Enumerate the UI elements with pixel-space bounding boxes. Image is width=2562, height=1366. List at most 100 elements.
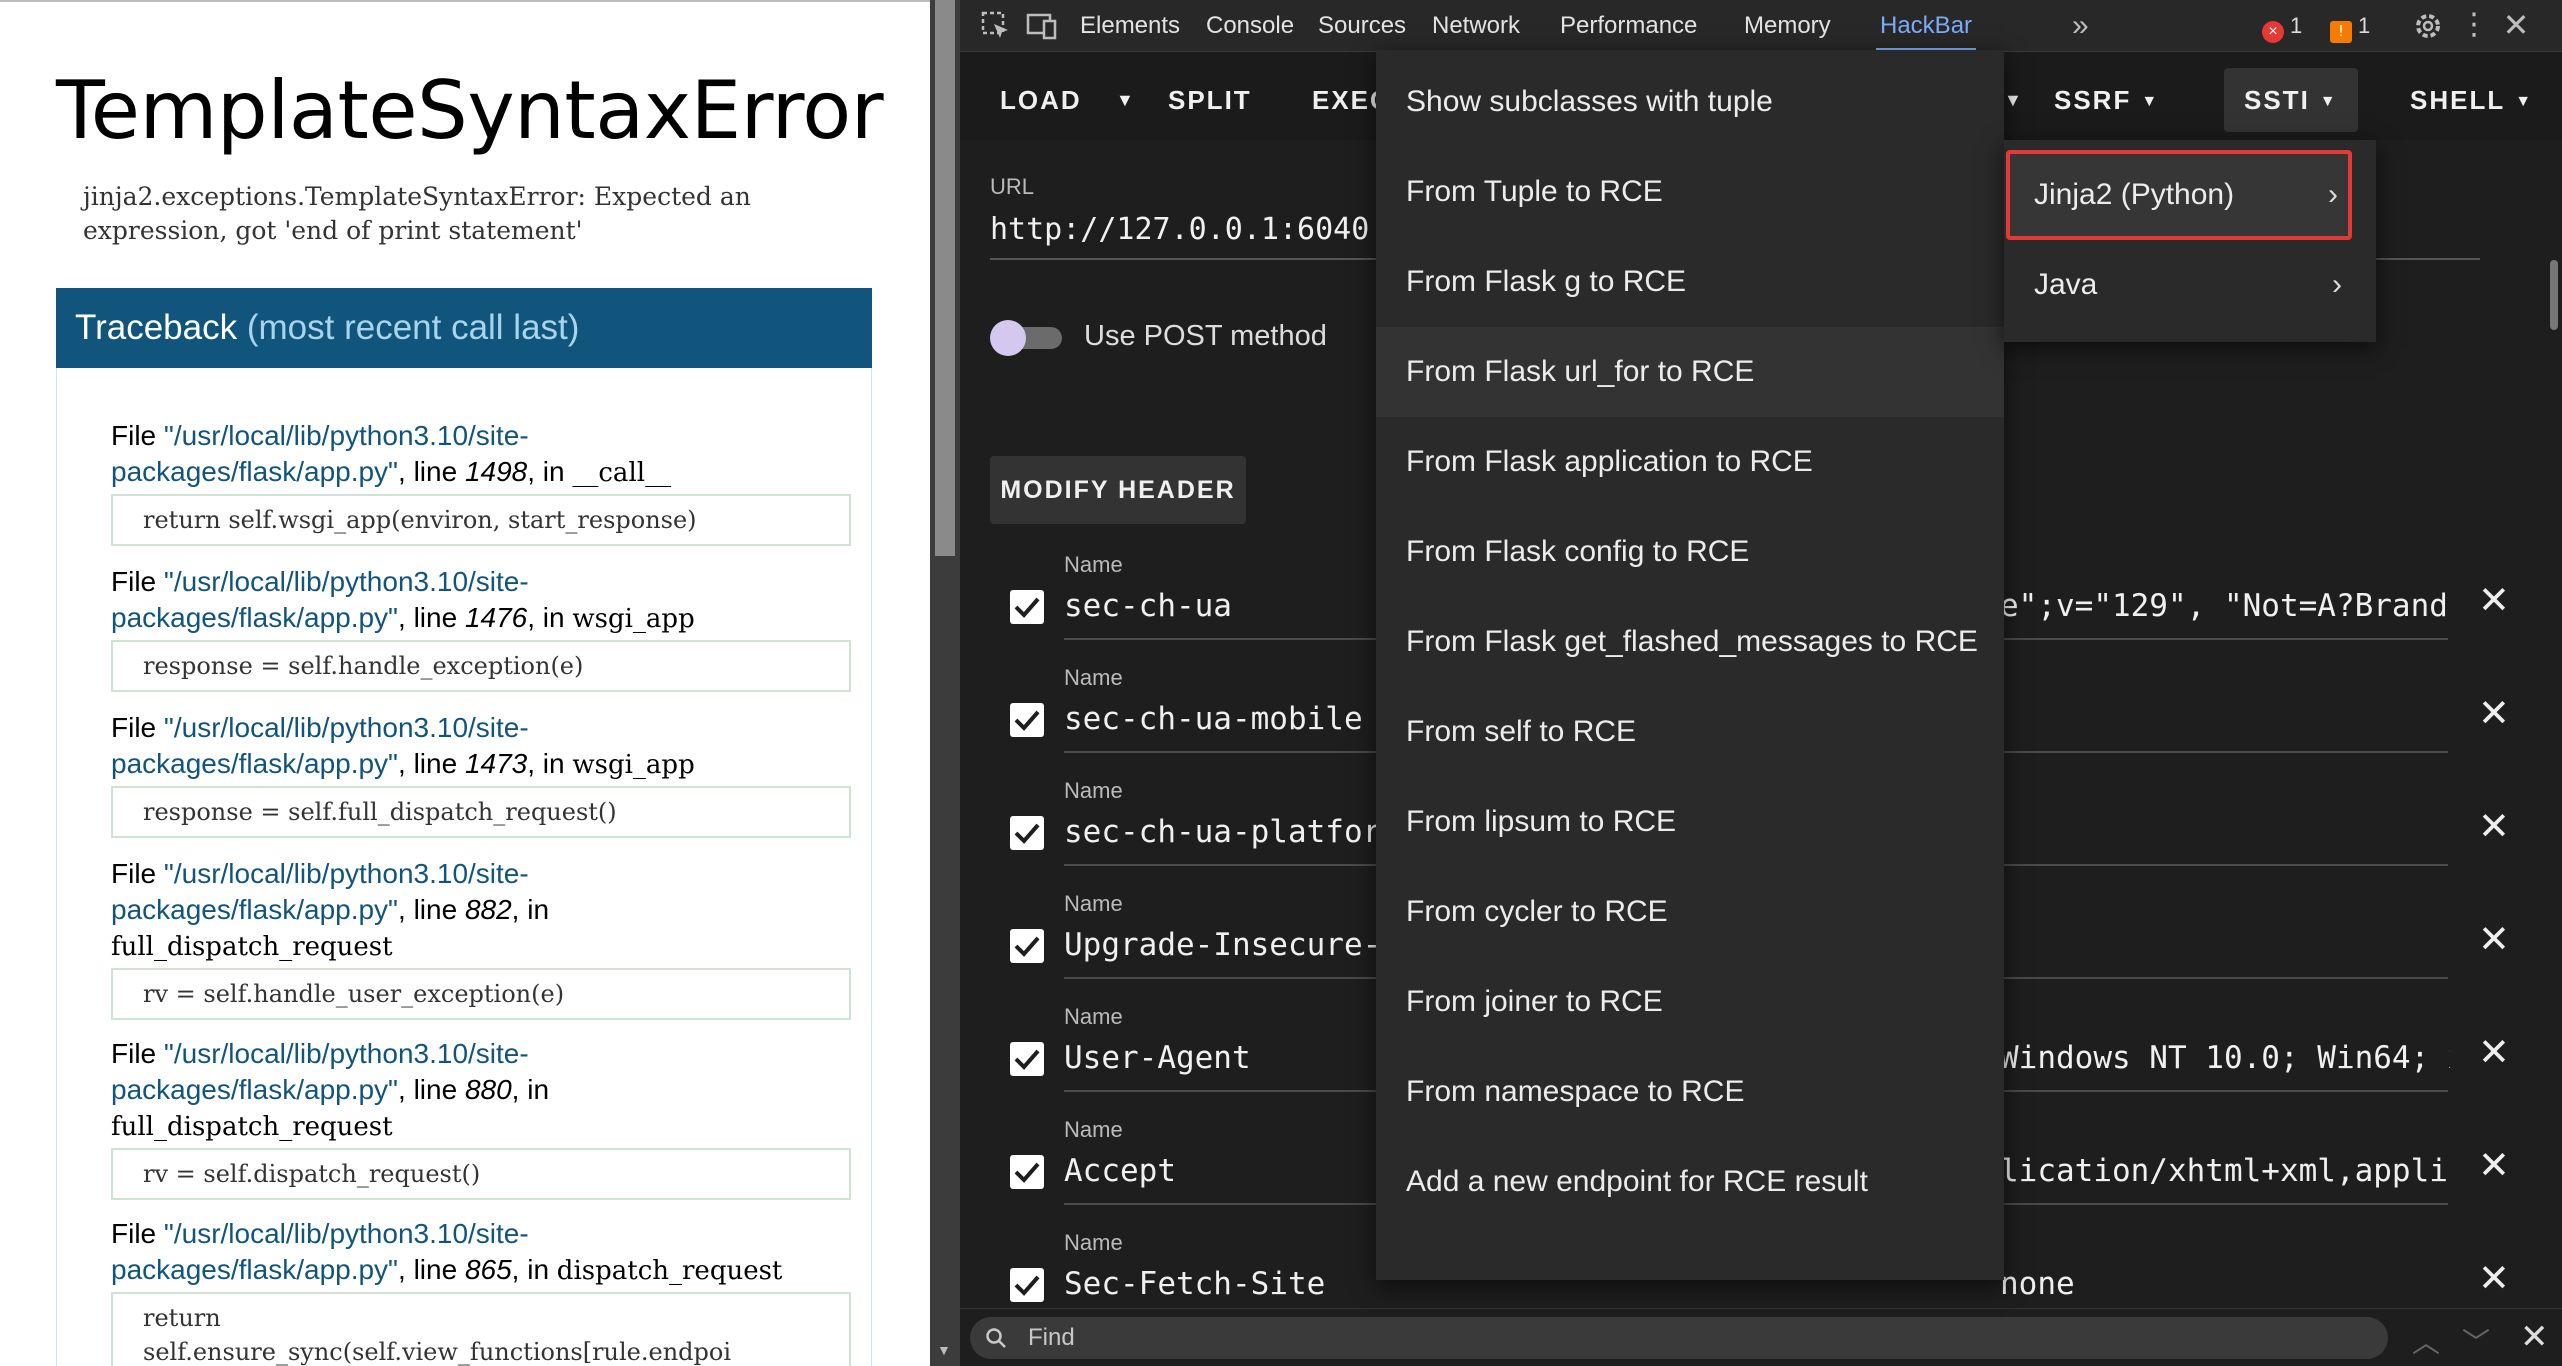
traceback-frame: File "/usr/local/lib/python3.10/site-pac… — [111, 856, 851, 1020]
header-enabled-checkbox[interactable] — [1010, 929, 1044, 963]
remove-header-icon[interactable]: ✕ — [2478, 917, 2510, 962]
submenu-item-jinja2[interactable]: Jinja2 (Python) › — [2006, 150, 2352, 240]
frame-line-number: 1476 — [464, 602, 528, 633]
header-enabled-checkbox[interactable] — [1010, 1268, 1044, 1302]
header-name-label: Name — [1064, 1230, 1123, 1255]
shell-button[interactable]: SHELL ▼ — [2390, 68, 2553, 132]
frame-line-number: 1498 — [464, 456, 528, 487]
more-options-icon[interactable]: ⋮ — [2456, 8, 2492, 44]
remove-header-icon[interactable]: ✕ — [2478, 691, 2510, 736]
ssti-menu-item[interactable]: From self to RCE — [1376, 687, 2004, 777]
ssti-menu-item[interactable]: From joiner to RCE — [1376, 957, 2004, 1047]
ssti-menu-item[interactable]: From namespace to RCE — [1376, 1047, 2004, 1137]
tab-sources[interactable]: Sources — [1318, 0, 1406, 52]
load-button[interactable]: LOAD — [980, 68, 1102, 132]
header-enabled-checkbox[interactable] — [1010, 590, 1044, 624]
header-name-input[interactable]: Upgrade-Insecure- — [1064, 927, 1381, 963]
frame-location: File "/usr/local/lib/python3.10/site-pac… — [111, 1038, 550, 1142]
frame-function: wsgi_app — [572, 750, 695, 780]
checkmark-icon — [1014, 936, 1040, 957]
frame-function: full_dispatch_request — [111, 932, 393, 962]
ssti-menu-item[interactable]: From Tuple to RCE — [1376, 147, 2004, 237]
error-page: TemplateSyntaxError jinja2.exceptions.Te… — [0, 0, 930, 1366]
close-icon[interactable]: ✕ — [2498, 8, 2534, 44]
checkmark-icon — [1014, 823, 1040, 844]
ssti-menu-item[interactable]: From Flask config to RCE — [1376, 507, 2004, 597]
header-name-input[interactable]: sec-ch-ua-platfor — [1064, 814, 1381, 850]
ssti-menu-item[interactable]: Show subclasses with tuple — [1376, 57, 2004, 147]
tab-hackbar[interactable]: HackBar — [1876, 0, 1977, 52]
dropdown-caret[interactable]: ▼ — [2004, 68, 2024, 132]
header-name-input[interactable]: Sec-Fetch-Site — [1064, 1266, 1325, 1302]
tab-elements[interactable]: Elements — [1080, 0, 1180, 52]
header-enabled-checkbox[interactable] — [1010, 703, 1044, 737]
tab-performance[interactable]: Performance — [1560, 0, 1697, 52]
close-find-icon[interactable]: ✕ — [2520, 1317, 2549, 1357]
frame-code[interactable]: response = self.full_dispatch_request() — [111, 786, 851, 838]
scrollbar-thumb[interactable] — [935, 0, 955, 556]
frame-code[interactable]: response = self.handle_exception(e) — [111, 640, 851, 692]
frame-code[interactable]: rv = self.dispatch_request() — [111, 1148, 851, 1200]
frame-line-number: 880 — [464, 1074, 512, 1105]
frame-code[interactable]: return self.wsgi_app(environ, start_resp… — [111, 494, 851, 546]
remove-header-icon[interactable]: ✕ — [2478, 578, 2510, 623]
header-value-input[interactable]: lication/xhtml+xml,applic — [2000, 1153, 2450, 1189]
header-name-input[interactable]: sec-ch-ua — [1064, 588, 1232, 624]
chevron-down-icon[interactable]: ﹀ — [2462, 1321, 2490, 1361]
panel-scrollbar-thumb[interactable] — [2550, 260, 2558, 330]
ssti-menu-item[interactable]: From Flask get_flashed_messages to RCE — [1376, 597, 2004, 687]
ssti-menu-item[interactable]: From Flask url_for to RCE — [1376, 327, 2004, 417]
header-name-label: Name — [1064, 665, 1123, 690]
scroll-down-icon[interactable]: ▼ — [937, 1342, 951, 1358]
header-value-input[interactable]: none — [2000, 1266, 2450, 1302]
traceback-subheading: (most recent call last) — [246, 308, 580, 347]
header-value-input[interactable]: e";v="129", "Not=A?Brand" — [2000, 588, 2450, 624]
url-label: URL — [990, 174, 1035, 199]
chevron-up-icon[interactable]: ︿ — [2412, 1321, 2440, 1361]
header-name-input[interactable]: User-Agent — [1064, 1040, 1251, 1076]
frame-code[interactable]: return self.ensure_sync(self.view_functi… — [111, 1292, 851, 1366]
frame-path: "/usr/local/lib/python3.10/site- — [163, 712, 529, 743]
remove-header-icon[interactable]: ✕ — [2478, 1143, 2510, 1188]
remove-header-icon[interactable]: ✕ — [2478, 804, 2510, 849]
checkmark-icon — [1014, 597, 1040, 618]
modify-header-button[interactable]: MODIFY HEADER — [990, 456, 1246, 524]
frame-path: "/usr/local/lib/python3.10/site- — [163, 858, 529, 889]
split-button[interactable]: SPLIT — [1148, 68, 1272, 132]
tab-memory[interactable]: Memory — [1744, 0, 1831, 52]
ssrf-button[interactable]: SSRF ▼ — [2034, 68, 2179, 132]
tab-network[interactable]: Network — [1432, 0, 1520, 52]
header-name-input[interactable]: sec-ch-ua-mobile — [1064, 701, 1363, 737]
post-method-toggle[interactable] — [990, 320, 1062, 356]
header-enabled-checkbox[interactable] — [1010, 816, 1044, 850]
error-count-badge[interactable]: × 1 — [2262, 12, 2302, 43]
remove-header-icon[interactable]: ✕ — [2478, 1030, 2510, 1075]
ssti-menu-item[interactable]: From cycler to RCE — [1376, 867, 2004, 957]
url-input[interactable]: http://127.0.0.1:6040 — [990, 212, 1369, 247]
ssti-button[interactable]: SSTI ▼ — [2224, 68, 2358, 132]
header-enabled-checkbox[interactable] — [1010, 1042, 1044, 1076]
ssti-menu-item[interactable]: From lipsum to RCE — [1376, 777, 2004, 867]
warning-count-badge[interactable]: ! 1 — [2330, 12, 2370, 43]
page-scrollbar[interactable]: ▲ ▼ — [930, 0, 960, 1366]
device-toolbar-icon[interactable] — [1024, 8, 1060, 44]
gear-icon[interactable] — [2410, 8, 2446, 44]
find-input[interactable]: Find — [970, 1317, 2388, 1359]
chevron-double-right-icon[interactable]: » — [2072, 8, 2108, 44]
tab-console[interactable]: Console — [1206, 0, 1294, 52]
header-name-label: Name — [1064, 1004, 1123, 1029]
submenu-item-java[interactable]: Java › — [2004, 240, 2376, 330]
header-name-input[interactable]: Accept — [1064, 1153, 1176, 1189]
header-enabled-checkbox[interactable] — [1010, 1155, 1044, 1189]
frame-path: "/usr/local/lib/python3.10/site- — [163, 1218, 529, 1249]
ssti-menu-item[interactable]: Add a new endpoint for RCE result — [1376, 1137, 2004, 1227]
inspect-element-icon[interactable] — [978, 8, 1014, 44]
remove-header-icon[interactable]: ✕ — [2478, 1256, 2510, 1301]
header-value-input[interactable]: Windows NT 10.0; Win64; x — [2000, 1040, 2450, 1076]
ssti-menu-item[interactable]: From Flask g to RCE — [1376, 237, 2004, 327]
load-dropdown-caret[interactable]: ▼ — [1106, 68, 1146, 132]
page-title: TemplateSyntaxError — [56, 64, 884, 157]
checkmark-icon — [1014, 710, 1040, 731]
frame-code[interactable]: rv = self.handle_user_exception(e) — [111, 968, 851, 1020]
ssti-menu-item[interactable]: From Flask application to RCE — [1376, 417, 2004, 507]
